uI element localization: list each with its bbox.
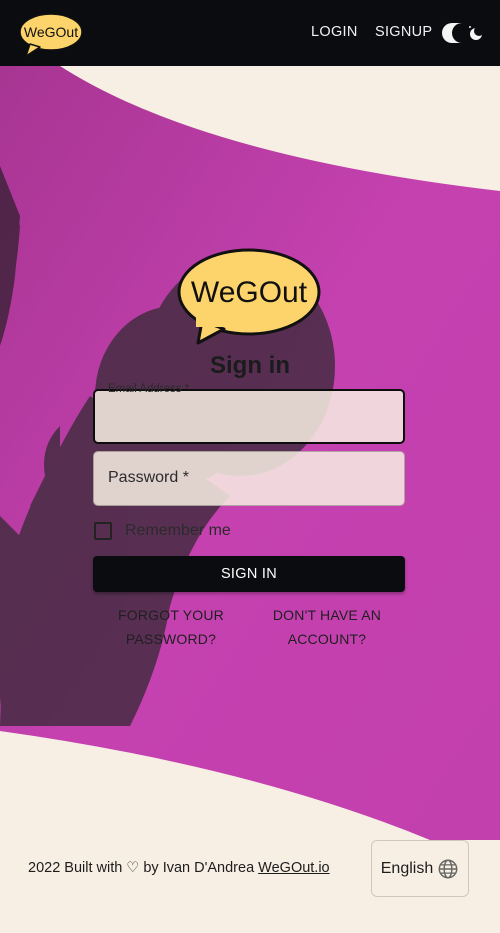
navbar: WeGOut LOGIN SIGNUP	[0, 0, 500, 66]
password-field[interactable]: Password *	[93, 451, 405, 506]
remember-me-label: Remember me	[125, 522, 231, 539]
page-title: Sign in	[210, 352, 290, 379]
remember-me-row[interactable]: Remember me	[93, 522, 231, 540]
nav-logo[interactable]: WeGOut	[18, 12, 86, 58]
password-input[interactable]	[94, 452, 404, 505]
hero-logo: WeGOut	[176, 247, 322, 345]
remember-me-checkbox[interactable]	[94, 522, 112, 540]
globe-icon	[438, 859, 458, 878]
nav-signup-link[interactable]: SIGNUP	[375, 24, 432, 40]
language-label: English	[380, 859, 434, 877]
forgot-password-link[interactable]: FORGOT YOUR PASSWORD?	[96, 603, 246, 651]
signup-link[interactable]: DON'T HAVE AN ACCOUNT?	[252, 603, 402, 651]
footer-credit-text: 2022 Built with ♡ by Ivan D'Andrea	[28, 860, 255, 876]
language-selector[interactable]: English	[371, 840, 469, 897]
nav-login-link[interactable]: LOGIN	[311, 24, 358, 40]
svg-text:WeGOut: WeGOut	[24, 24, 78, 40]
svg-text:WeGOut: WeGOut	[191, 276, 308, 309]
sign-in-button[interactable]: SIGN IN	[93, 556, 405, 592]
theme-toggle[interactable]	[442, 22, 486, 44]
footer-site-link[interactable]: WeGOut.io	[258, 860, 329, 876]
moon-icon	[469, 26, 484, 40]
footer-credit: 2022 Built with ♡ by Ivan D'Andrea WeGOu…	[28, 860, 330, 876]
email-input[interactable]	[95, 391, 403, 442]
email-field[interactable]: Email Address *	[93, 383, 405, 444]
